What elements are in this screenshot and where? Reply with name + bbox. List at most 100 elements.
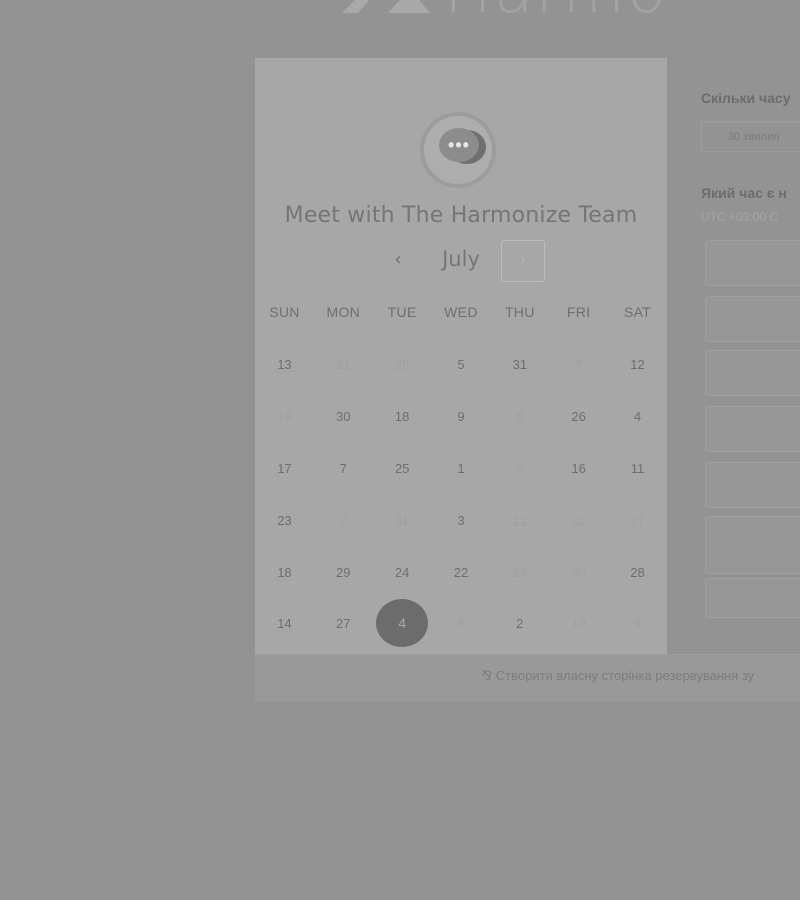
calendar-day[interactable]: 1 — [432, 444, 491, 492]
weekday-sat: SAT — [623, 304, 652, 320]
calendar-day: 24 — [490, 548, 549, 596]
calendar-day: 19 — [549, 599, 608, 647]
time-slot[interactable] — [705, 296, 800, 342]
calendar-day[interactable]: 7 — [314, 444, 373, 492]
calendar-day[interactable]: 9 — [432, 392, 491, 440]
meeting-title: Meet with The Harmonize Team — [284, 203, 638, 228]
calendar-day-number: 5 — [457, 356, 465, 372]
calendar-day-number: 1 — [457, 460, 465, 476]
calendar-day[interactable]: 13 — [255, 340, 314, 388]
calendar-day[interactable]: 23 — [255, 496, 314, 544]
calendar-day: 7 — [549, 340, 608, 388]
time-slot[interactable] — [705, 350, 800, 396]
calendar-day-number: 9 — [457, 408, 465, 424]
calendar-day-selected[interactable]: 4 — [373, 599, 432, 647]
calendar-day-number: 19 — [571, 615, 586, 631]
calendar-week: 19 30 18 9 6 26 4 — [255, 392, 667, 440]
calendar-day[interactable]: 22 — [432, 548, 491, 596]
calendar-day-number: 28 — [630, 564, 645, 580]
calendar-day[interactable]: 11 — [608, 444, 667, 492]
calendar-week: 17 7 25 1 8 16 11 — [255, 444, 667, 492]
calendar-day-number: 23 — [277, 512, 292, 528]
calendar-day-number: 31 — [512, 356, 528, 372]
calendar-day[interactable]: 26 — [549, 392, 608, 440]
weekday-sun: SUN — [269, 304, 300, 320]
calendar-day[interactable]: 5 — [432, 340, 491, 388]
calendar-day[interactable]: 16 — [549, 444, 608, 492]
calendar-day[interactable]: 18 — [255, 548, 314, 596]
calendar-day-number: 25 — [394, 460, 410, 476]
calendar-day-number: 4 — [633, 408, 642, 424]
prev-month-button[interactable]: ‹ — [386, 248, 410, 272]
timezone-label[interactable]: UTC +03:00 С — [701, 210, 778, 224]
calendar-day-number: 13 — [277, 356, 292, 372]
next-month-button[interactable]: › — [501, 240, 545, 282]
duration-question: Скільки часу — [701, 90, 791, 106]
calendar-week: 14 27 4 8 2 19 9 — [255, 599, 667, 647]
calendar-day: 8 — [432, 599, 491, 647]
duration-select[interactable]: 30 хвилин — [701, 122, 800, 152]
time-slot[interactable] — [705, 406, 800, 452]
calendar-day-number: 3 — [457, 512, 465, 528]
calendar-day[interactable]: 3 — [432, 496, 491, 544]
calendar-day-number: 14 — [277, 615, 292, 631]
calendar-day-number: 18 — [277, 564, 292, 580]
calendar-day[interactable]: 18 — [373, 392, 432, 440]
time-slot[interactable] — [705, 462, 800, 508]
calendar-day[interactable]: 4 — [608, 392, 667, 440]
calendar-day-number: 12 — [512, 512, 528, 528]
calendar-day-number: 2 — [516, 615, 524, 631]
calendar-day[interactable]: 14 — [255, 599, 314, 647]
calendar-day-number: 7 — [339, 460, 347, 476]
weekday-wed: WED — [444, 304, 478, 320]
calendar-day-number: 9 — [633, 615, 642, 631]
chat-bubble-icon: ••• — [439, 128, 479, 162]
calendar-day[interactable]: 24 — [373, 548, 432, 596]
calendar-day-number: 27 — [630, 512, 645, 528]
time-slot[interactable] — [705, 578, 800, 618]
weekday-tue: TUE — [387, 304, 417, 320]
time-slot[interactable] — [705, 240, 800, 286]
calendar-day[interactable]: 27 — [314, 599, 373, 647]
brand-logo-icon — [342, 0, 430, 13]
calendar-week: 23 2 31 3 12 22 27 — [255, 496, 667, 544]
calendar-day-number: 24 — [394, 564, 410, 580]
calendar-day[interactable]: 25 — [373, 444, 432, 492]
sprocket-icon: ⅋ — [482, 668, 493, 683]
calendar-day-number: 26 — [571, 408, 586, 424]
calendar-day-number: 31 — [394, 512, 410, 528]
calendar-week: 18 29 24 22 24 30 28 — [255, 548, 667, 596]
calendar-day-number: 27 — [336, 615, 351, 631]
booking-options: Скільки часу 30 хвилин Який час є н UTC … — [701, 0, 800, 900]
calendar-day-number: 4 — [376, 599, 429, 647]
calendar-day[interactable]: 29 — [314, 548, 373, 596]
calendar-day[interactable]: 17 — [255, 444, 314, 492]
calendar-week: 13 21 28 5 31 7 12 — [255, 340, 667, 388]
calendar-day[interactable]: 2 — [490, 599, 549, 647]
time-slot[interactable] — [705, 516, 800, 574]
calendar-day[interactable]: 12 — [608, 340, 667, 388]
calendar-day: 30 — [549, 548, 608, 596]
calendar-day-number: 16 — [571, 460, 586, 476]
host-avatar: ••• — [420, 112, 496, 188]
calendar-day-number: 17 — [277, 460, 292, 476]
calendar-day: 21 — [314, 340, 373, 388]
calendar-day-number: 22 — [571, 512, 586, 528]
calendar-day-number: 8 — [516, 460, 524, 476]
weekday-header: SUN MON TUE WED THU FRI SAT — [255, 304, 667, 320]
weekday-fri: FRI — [566, 304, 591, 320]
brand-name: Harmo — [444, 0, 668, 23]
calendar-day[interactable]: 31 — [490, 340, 549, 388]
calendar-day-number: 18 — [394, 408, 410, 424]
calendar-day-number: 29 — [336, 564, 351, 580]
calendar-day: 31 — [373, 496, 432, 544]
brand-header: Harmo — [340, 0, 668, 23]
calendar-day[interactable]: 30 — [314, 392, 373, 440]
calendar-day: 28 — [373, 340, 432, 388]
calendar-day: 9 — [608, 599, 667, 647]
calendar-day-number: 30 — [571, 564, 586, 580]
weekday-mon: MON — [326, 304, 361, 320]
calendar-day-number: 8 — [457, 615, 465, 631]
calendar-day-number: 28 — [394, 356, 410, 372]
calendar-day[interactable]: 28 — [608, 548, 667, 596]
